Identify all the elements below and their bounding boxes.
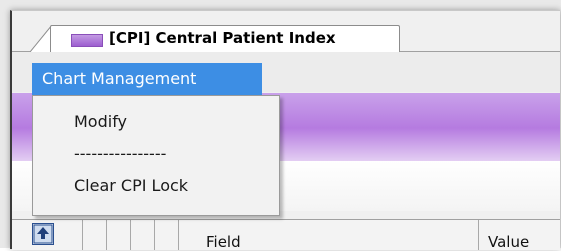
grid-col-spacer: [154, 220, 179, 250]
grid-col-field[interactable]: Field: [178, 220, 479, 251]
chart-management-menu[interactable]: Chart Management: [32, 63, 262, 95]
grid-col-spacer: [82, 220, 107, 250]
grid-col-field-label: Field: [206, 233, 241, 251]
grid-col-spacer: [106, 220, 131, 250]
tab-color-swatch-icon: [71, 34, 103, 47]
grid-col-spacer: [130, 220, 155, 250]
grid-col-value[interactable]: Value: [478, 220, 560, 251]
grid-col-value-label: Value: [488, 233, 530, 251]
tab-title: [CPI] Central Patient Index: [109, 29, 336, 47]
chart-management-menu-label: Chart Management: [42, 69, 197, 88]
screenshot-frame: [CPI] Central Patient Index Field Value: [0, 0, 561, 251]
chart-management-dropdown: Modify ---------------- Clear CPI Lock: [32, 95, 280, 216]
grid-toggle-icon[interactable]: [32, 223, 54, 245]
menu-item-modify[interactable]: Modify: [74, 112, 127, 131]
tab-cpi[interactable]: [CPI] Central Patient Index: [50, 25, 400, 52]
grid-header: Field Value: [12, 219, 560, 251]
menu-item-clear-cpi-lock[interactable]: Clear CPI Lock: [74, 176, 188, 195]
cpi-window: [CPI] Central Patient Index Field Value: [10, 10, 560, 251]
menu-separator: ----------------: [74, 144, 167, 163]
